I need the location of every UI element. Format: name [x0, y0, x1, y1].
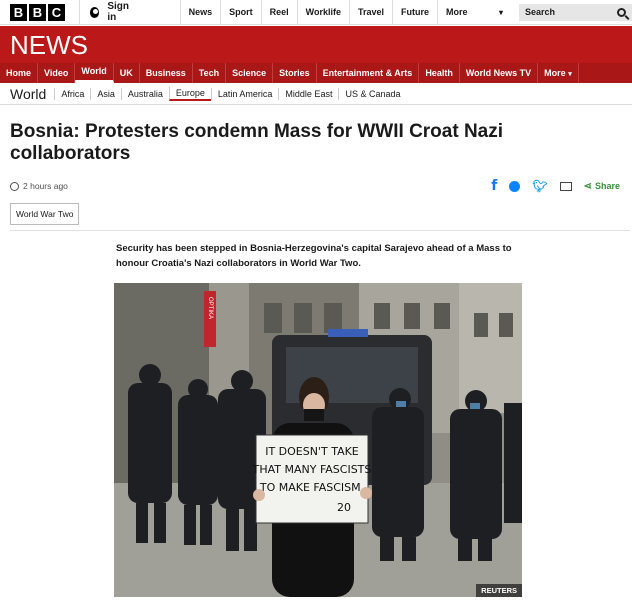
news-banner: NEWS — [0, 26, 632, 63]
share-tools: f 🐦︎ ⋖ Share — [491, 178, 620, 194]
messenger-icon[interactable] — [509, 180, 521, 192]
section-business[interactable]: Business — [140, 63, 193, 83]
logo-letter: C — [48, 3, 65, 21]
nav-worklife[interactable]: Worklife — [296, 0, 349, 25]
twitter-icon[interactable]: 🐦︎ — [532, 179, 547, 193]
section-health[interactable]: Health — [419, 63, 460, 83]
nav-sport[interactable]: Sport — [220, 0, 261, 25]
image-credit: REUTERS — [476, 584, 522, 597]
sign-line-2: THAT MANY FASCISTS — [252, 463, 372, 476]
section-more-label: More — [544, 68, 566, 78]
signin-button[interactable]: Sign in — [79, 0, 136, 25]
nav-news[interactable]: News — [179, 0, 221, 25]
sign-line-3: TO MAKE FASCISM. — [259, 481, 364, 494]
nav-future[interactable]: Future — [391, 0, 437, 25]
section-video[interactable]: Video — [38, 63, 76, 83]
sign-line-4: 20 — [337, 501, 351, 514]
section-tech[interactable]: Tech — [193, 63, 227, 83]
signin-label: Sign in — [107, 1, 129, 23]
bbc-logo[interactable]: B B C — [10, 3, 65, 21]
nav-more[interactable]: More — [436, 0, 509, 25]
section-entertainment[interactable]: Entertainment & Arts — [317, 63, 420, 83]
article-intro: Security has been stepped in Bosnia-Herz… — [116, 243, 512, 269]
subnav-australia[interactable]: Australia — [120, 87, 169, 100]
article-headline: Bosnia: Protesters condemn Mass for WWII… — [10, 121, 504, 164]
email-icon[interactable] — [559, 181, 572, 191]
chevron-down-icon: ▾ — [568, 71, 572, 78]
section-uk[interactable]: UK — [114, 63, 140, 83]
subnav-title[interactable]: World — [0, 86, 54, 102]
top-nav: News Sport Reel Worklife Travel Future M… — [179, 0, 509, 25]
section-world[interactable]: World — [75, 63, 114, 83]
search-icon[interactable] — [617, 7, 626, 17]
section-home[interactable]: Home — [0, 63, 39, 83]
search-input[interactable]: Search — [518, 3, 632, 21]
subnav-asia[interactable]: Asia — [90, 87, 121, 100]
topic-tag[interactable]: World War Two — [10, 203, 80, 225]
subnav-africa[interactable]: Africa — [54, 87, 90, 100]
section-stories[interactable]: Stories — [273, 63, 317, 83]
clock-icon — [10, 181, 19, 191]
section-nav: Home Video World UK Business Tech Scienc… — [0, 63, 632, 83]
news-logo[interactable]: NEWS — [10, 30, 88, 61]
share-button[interactable]: ⋖ Share — [584, 181, 620, 192]
share-icon: ⋖ — [583, 180, 592, 192]
divider — [10, 230, 630, 231]
share-label: Share — [594, 181, 620, 191]
subnav-europe[interactable]: Europe — [168, 86, 211, 101]
storefront-sign: OPTIKA — [207, 297, 213, 319]
top-bar: B B C Sign in News Sport Reel Worklife T… — [0, 0, 632, 25]
subnav-us-canada[interactable]: US & Canada — [338, 87, 406, 100]
user-icon — [90, 6, 100, 18]
subnav-middle-east[interactable]: Middle East — [278, 87, 338, 100]
facebook-icon[interactable]: f — [491, 178, 497, 194]
protest-photo: OPTIKA IT DOESN'T TAKE THAT MANY FASCIST… — [114, 283, 522, 597]
article-timestamp: 2 hours ago — [23, 181, 68, 191]
section-world-news-tv[interactable]: World News TV — [460, 63, 539, 83]
nav-travel[interactable]: Travel — [348, 0, 392, 25]
logo-letter: B — [10, 3, 27, 21]
world-subnav: World Africa Asia Australia Europe Latin… — [0, 83, 632, 105]
search-placeholder: Search — [524, 7, 556, 17]
article-photo: OPTIKA IT DOESN'T TAKE THAT MANY FASCIST… — [114, 283, 522, 597]
section-more[interactable]: More ▾ — [538, 63, 579, 83]
section-science[interactable]: Science — [226, 63, 274, 83]
sign-line-1: IT DOESN'T TAKE — [265, 445, 359, 458]
subnav-latin-america[interactable]: Latin America — [210, 87, 279, 100]
article-meta: 2 hours ago — [10, 181, 68, 191]
nav-reel[interactable]: Reel — [260, 0, 297, 25]
logo-letter: B — [29, 3, 46, 21]
